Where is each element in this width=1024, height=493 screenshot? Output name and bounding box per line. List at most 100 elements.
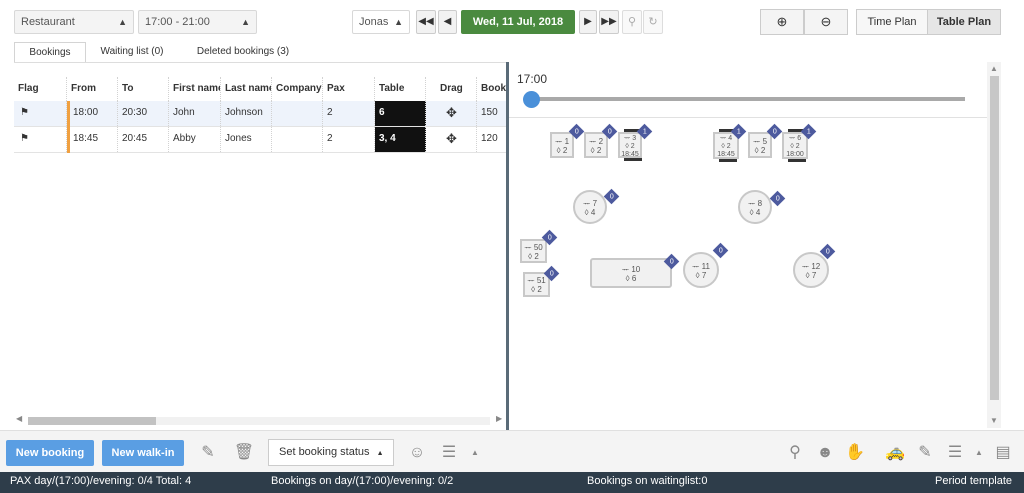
hand-icon[interactable]: ✋ xyxy=(842,440,868,466)
col-company[interactable]: Company xyxy=(272,77,323,101)
table-number: ᅲ 10 xyxy=(621,265,641,274)
booking-count-badge: 0 xyxy=(712,242,729,259)
cell-company xyxy=(272,101,323,126)
updown-icon: ▲ xyxy=(394,17,403,27)
drag-icon[interactable]: ✥ xyxy=(426,101,477,126)
table-12[interactable]: ᅲ 12 ◊ 7 xyxy=(793,252,829,288)
table-row[interactable]: ⚑ 18:00 20:30 John Johnson 2 6 ✥ 150 xyxy=(14,101,506,127)
zoom-in-button[interactable]: ⊕ xyxy=(760,9,804,35)
table-11[interactable]: ᅲ 11 ◊ 7 xyxy=(683,252,719,288)
caret-up-icon[interactable]: ▲ xyxy=(462,440,488,466)
period-template[interactable]: Period template xyxy=(935,475,1012,487)
next-day-button[interactable]: ▶ xyxy=(579,10,597,34)
divider xyxy=(509,117,987,118)
table-5[interactable]: ᅲ 5 ◊ 2 xyxy=(748,132,772,158)
last-day-button[interactable]: ▶▶ xyxy=(599,10,619,34)
tab-waiting-list[interactable]: Waiting list (0) xyxy=(96,42,168,63)
trash-icon[interactable]: 🗑 xyxy=(231,440,257,466)
list-icon[interactable]: ☰ xyxy=(436,440,462,466)
table-number: ᅲ 1 xyxy=(554,137,570,146)
search-date-button[interactable]: ⚲ xyxy=(622,10,642,34)
table-50[interactable]: ᅲ 50 ◊ 2 xyxy=(520,239,547,263)
cell-to: 20:45 xyxy=(118,127,169,152)
double-left-icon: ◀◀ xyxy=(418,16,434,27)
date-button[interactable]: Wed, 11 Jul, 2018 xyxy=(461,10,575,34)
cell-book: 150 xyxy=(481,107,498,118)
table-plan-button[interactable]: Table Plan xyxy=(927,9,1001,35)
table-pax: ◊ 4 xyxy=(584,208,596,217)
area-select-value: Restaurant xyxy=(21,16,75,28)
time-slider-knob[interactable] xyxy=(523,91,540,108)
scroll-left-icon[interactable]: ◀ xyxy=(16,414,22,423)
refresh-icon: ↻ xyxy=(648,16,658,28)
scroll-down-icon[interactable]: ▼ xyxy=(990,416,998,425)
taxi-icon[interactable]: 🚕 xyxy=(882,440,908,466)
new-booking-button[interactable]: New booking xyxy=(6,440,94,466)
user-select[interactable]: Jonas ▲ xyxy=(352,10,410,34)
prev-day-button[interactable]: ◀ xyxy=(438,10,457,34)
refresh-button[interactable]: ↻ xyxy=(643,10,663,34)
table-pax: ◊ 2 xyxy=(556,146,568,155)
bookings-pane: Flag From To First name Last name Compan… xyxy=(14,62,506,428)
table-pax: ◊ 7 xyxy=(805,271,817,280)
col-pax[interactable]: Pax xyxy=(323,77,375,101)
zoom-out-button[interactable]: ⊖ xyxy=(804,9,848,35)
user-select-value: Jonas xyxy=(359,16,389,28)
table-10[interactable]: ᅲ 10 ◊ 6 xyxy=(590,258,672,288)
table-number: ᅲ 6 xyxy=(788,135,802,142)
table-7[interactable]: ᅲ 7 ◊ 4 xyxy=(573,190,607,224)
zoom-date-icon: ⚲ xyxy=(627,16,637,28)
time-select[interactable]: 17:00 - 21:00 ▲ xyxy=(138,10,257,34)
monitor-icon[interactable]: ▤ xyxy=(990,440,1016,466)
guest-edit-icon[interactable]: ☺ xyxy=(404,440,430,466)
flag-icon[interactable]: ⚑ xyxy=(14,101,67,126)
guests-icon[interactable]: ☻ xyxy=(812,440,838,466)
col-last-name[interactable]: Last name xyxy=(221,77,272,101)
caret-up-icon[interactable]: ▲ xyxy=(966,440,992,466)
cell-pax: 2 xyxy=(323,101,375,126)
tab-bookings[interactable]: Bookings xyxy=(14,42,86,63)
vertical-scrollbar[interactable]: ▲ ▼ xyxy=(987,62,1001,428)
first-day-button[interactable]: ◀◀ xyxy=(416,10,436,34)
horizontal-scrollbar[interactable]: ◀ ▶ xyxy=(14,414,506,426)
table-6[interactable]: ᅲ 6 ◊ 2 18:00 xyxy=(782,132,808,159)
scroll-thumb[interactable] xyxy=(28,417,156,425)
search-icon[interactable]: ⚲ xyxy=(782,440,808,466)
scroll-thumb[interactable] xyxy=(990,76,999,400)
cell-pax: 2 xyxy=(323,127,375,152)
col-flag[interactable]: Flag xyxy=(14,77,67,101)
cell-company xyxy=(272,127,323,152)
col-from[interactable]: From xyxy=(67,77,118,101)
top-toolbar: Restaurant ▲ 17:00 - 21:00 ▲ Jonas ▲ ◀◀ … xyxy=(0,0,1024,44)
time-select-value: 17:00 - 21:00 xyxy=(145,16,210,28)
col-first-name[interactable]: First name xyxy=(169,77,221,101)
cell-book: 120 xyxy=(481,133,498,144)
table-8[interactable]: ᅲ 8 ◊ 4 xyxy=(738,190,772,224)
menu-list-icon[interactable]: ☰ xyxy=(942,440,968,466)
table-1[interactable]: ᅲ 1 ◊ 2 xyxy=(550,132,574,158)
time-plan-button[interactable]: Time Plan xyxy=(856,9,928,35)
table-row[interactable]: ⚑ 18:45 20:45 Abby Jones 2 3, 4 ✥ 120 xyxy=(14,127,506,153)
col-table[interactable]: Table xyxy=(375,77,426,101)
scroll-right-icon[interactable]: ▶ xyxy=(496,414,502,423)
time-slider-track[interactable] xyxy=(531,97,965,101)
table-2[interactable]: ᅲ 2 ◊ 2 xyxy=(584,132,608,158)
edit-icon[interactable]: ✎ xyxy=(195,440,221,466)
col-drag[interactable]: Drag xyxy=(426,77,477,101)
set-booking-status-select[interactable]: Set booking status ▲ xyxy=(268,439,394,466)
scroll-up-icon[interactable]: ▲ xyxy=(990,64,998,73)
new-walkin-button[interactable]: New walk-in xyxy=(102,440,184,466)
table-number: ᅲ 5 xyxy=(752,137,768,146)
pax-summary: PAX day/(17:00)/evening: 0/4 Total: 4 xyxy=(10,475,192,487)
table-3[interactable]: ᅲ 3 ◊ 2 18:45 xyxy=(618,132,642,158)
chat-icon[interactable]: ✎ xyxy=(912,440,938,466)
zoom-out-icon: ⊖ xyxy=(820,14,832,29)
col-book[interactable]: Book xyxy=(477,77,506,101)
col-to[interactable]: To xyxy=(118,77,169,101)
flag-icon[interactable]: ⚑ xyxy=(14,127,67,152)
area-select[interactable]: Restaurant ▲ xyxy=(14,10,134,34)
drag-icon[interactable]: ✥ xyxy=(426,127,477,152)
table-number: ᅲ 7 xyxy=(582,199,598,208)
caret-up-icon: ▲ xyxy=(376,450,384,457)
tab-deleted-bookings[interactable]: Deleted bookings (3) xyxy=(190,42,296,63)
